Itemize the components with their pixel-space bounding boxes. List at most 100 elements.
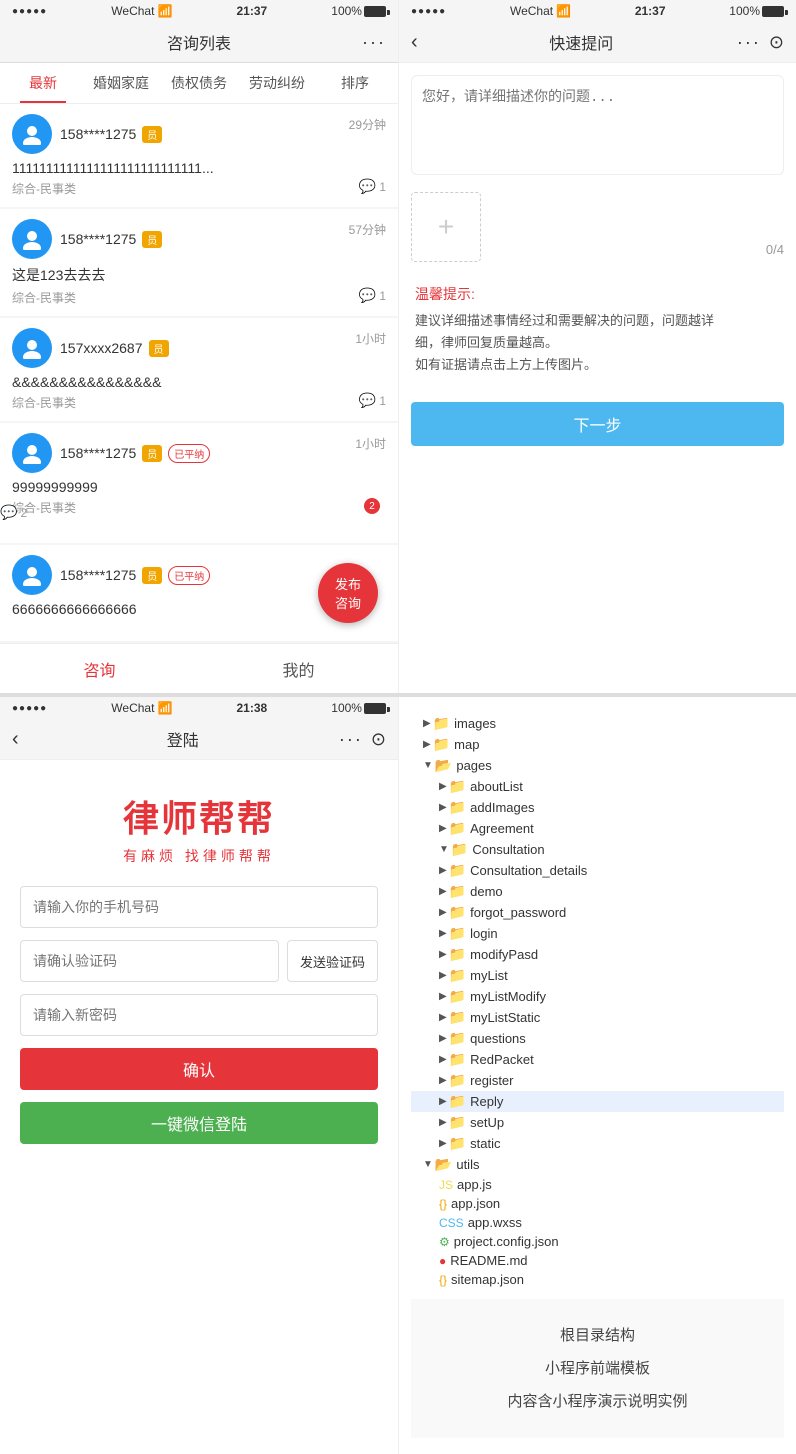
folder-arrow: ▶ — [439, 970, 447, 981]
fab-label-line1: 发布 — [335, 574, 361, 593]
list-item[interactable]: 158****1275 员 11111111111111111111111111… — [0, 104, 398, 207]
tree-item-appwxss[interactable]: CSS app.wxss — [411, 1213, 784, 1232]
avatar — [12, 328, 52, 368]
tree-item-register[interactable]: ▶ 📁 register — [411, 1070, 784, 1091]
folder-arrow: ▶ — [439, 928, 447, 939]
tip-title: 温馨提示: — [415, 284, 780, 304]
next-button[interactable]: 下一步 — [411, 402, 784, 446]
tab-mine[interactable]: 我的 — [199, 644, 398, 693]
tree-item-forgot-password[interactable]: ▶ 📁 forgot_password — [411, 902, 784, 923]
tree-item-demo[interactable]: ▶ 📁 demo — [411, 881, 784, 902]
wifi-icon: 📶 — [157, 701, 172, 715]
login-nav-dots[interactable]: ··· — [339, 729, 363, 750]
tree-item-questions[interactable]: ▶ 📁 questions — [411, 1028, 784, 1049]
send-code-button[interactable]: 发送验证码 — [287, 940, 378, 982]
question-textarea[interactable] — [411, 75, 784, 175]
tree-item-redpacket[interactable]: ▶ 📁 RedPacket — [411, 1049, 784, 1070]
logo-sub-text: 有麻烦 找律师帮帮 — [20, 846, 378, 866]
tree-item-name: RedPacket — [470, 1052, 534, 1067]
confirm-button[interactable]: 确认 — [20, 1048, 378, 1090]
logo-area: 律师帮帮 有麻烦 找律师帮帮 — [0, 760, 398, 886]
tree-item-name: app.js — [457, 1177, 492, 1192]
title-dots-menu[interactable]: ··· — [362, 32, 386, 53]
folder-icon: 📁 — [449, 862, 466, 879]
upload-button[interactable]: + — [411, 192, 481, 262]
tree-item-myliststatic[interactable]: ▶ 📁 myListStatic — [411, 1007, 784, 1028]
folder-icon: 📁 — [449, 1030, 466, 1047]
signal-dots: ●●●●● — [12, 703, 47, 714]
wechat-label: WeChat 📶 — [111, 701, 172, 715]
back-button[interactable]: ‹ — [411, 31, 418, 54]
list-item[interactable]: 158****1275 员 这是123去去去 综合-民事类 57分钟 💬 1 — [0, 209, 398, 316]
tree-item-reply[interactable]: ▶ 📁 Reply — [411, 1091, 784, 1112]
left-status-bar: ●●●●● WeChat 📶 21:37 100% — [0, 0, 398, 22]
tree-item-projectconfig[interactable]: ⚙ project.config.json — [411, 1232, 784, 1251]
tree-item-name: project.config.json — [454, 1234, 559, 1249]
camera-icon[interactable]: ⊙ — [769, 32, 784, 53]
tree-item-agreement[interactable]: ▶ 📁 Agreement — [411, 818, 784, 839]
folder-icon: 📁 — [449, 1135, 466, 1152]
desc-line-1: 根目录结构 — [421, 1319, 774, 1352]
avatar — [12, 555, 52, 595]
tree-item-appjs[interactable]: JS app.js — [411, 1175, 784, 1194]
tree-item-sitemap[interactable]: {} sitemap.json — [411, 1270, 784, 1289]
tab-bar: 最新 婚姻家庭 债权债务 劳动纠纷 排序 — [0, 63, 398, 104]
folder-icon: 📂 — [435, 1156, 452, 1173]
camera-icon[interactable]: ⊙ — [371, 729, 386, 750]
reply-count: 💬 1 — [359, 287, 386, 304]
tree-item-readme[interactable]: ● README.md — [411, 1251, 784, 1270]
folder-icon: 📁 — [449, 1114, 466, 1131]
panel-title: 咨询列表 — [167, 30, 231, 54]
tree-item-utils[interactable]: ▼ 📂 utils — [411, 1154, 784, 1175]
tree-item-mylistmodify[interactable]: ▶ 📁 myListModify — [411, 986, 784, 1007]
tree-item-static[interactable]: ▶ 📁 static — [411, 1133, 784, 1154]
folder-icon: 📁 — [433, 715, 450, 732]
tab-sort[interactable]: 排序 — [316, 63, 394, 103]
wechat-label: WeChat 📶 — [510, 4, 571, 18]
tree-item-name: login — [470, 926, 497, 941]
time-label: 29分钟 — [349, 116, 386, 133]
folder-icon: 📁 — [449, 988, 466, 1005]
tab-latest[interactable]: 最新 — [4, 63, 82, 103]
tree-item-appjson[interactable]: {} app.json — [411, 1194, 784, 1213]
back-button[interactable]: ‹ — [12, 728, 19, 751]
folder-icon: 📁 — [433, 736, 450, 753]
fab-button[interactable]: 发布 咨询 — [318, 563, 378, 623]
list-item[interactable]: 158****1275 员 已平纳 99999999999 综合-民事类 1小时… — [0, 423, 398, 543]
tree-item-name: images — [454, 716, 496, 731]
nav-dots-menu[interactable]: ··· — [737, 32, 761, 53]
tree-item-consultation[interactable]: ▼ 📁 Consultation — [411, 839, 784, 860]
file-icon-wxss: CSS — [439, 1216, 464, 1230]
upload-count: 0/4 — [766, 242, 784, 262]
tree-item-pages[interactable]: ▼ 📂 pages — [411, 755, 784, 776]
bubble-icon: 💬 — [359, 178, 376, 195]
tree-item-addimages[interactable]: ▶ 📁 addImages — [411, 797, 784, 818]
tree-item-consultation-details[interactable]: ▶ 📁 Consultation_details — [411, 860, 784, 881]
tab-labor[interactable]: 劳动纠纷 — [238, 63, 316, 103]
tree-item-mylist[interactable]: ▶ 📁 myList — [411, 965, 784, 986]
right-status-bar: ●●●●● WeChat 📶 21:37 100% — [399, 0, 796, 22]
tree-item-map[interactable]: ▶ 📁 map — [411, 734, 784, 755]
avatar — [12, 219, 52, 259]
tree-item-name: addImages — [470, 800, 534, 815]
wechat-login-button[interactable]: 一键微信登陆 — [20, 1102, 378, 1144]
tab-marriage[interactable]: 婚姻家庭 — [82, 63, 160, 103]
avatar — [12, 433, 52, 473]
tab-debt[interactable]: 债权债务 — [160, 63, 238, 103]
tab-consult[interactable]: 咨询 — [0, 644, 199, 693]
tree-item-login[interactable]: ▶ 📁 login — [411, 923, 784, 944]
logo-main-text: 律师帮帮 — [20, 790, 378, 842]
consultation-list-panel: ●●●●● WeChat 📶 21:37 100% 咨询列表 ··· 最新 婚姻… — [0, 0, 398, 693]
folder-arrow: ▶ — [439, 991, 447, 1002]
password-input[interactable] — [20, 994, 378, 1036]
phone-input[interactable] — [20, 886, 378, 928]
tree-item-images[interactable]: ▶ 📁 images — [411, 713, 784, 734]
tree-item-setup[interactable]: ▶ 📁 setUp — [411, 1112, 784, 1133]
list-item[interactable]: 157xxxx2687 员 &&&&&&&&&&&&&&&& 综合-民事类 1小… — [0, 318, 398, 421]
folder-icon: 📁 — [449, 1072, 466, 1089]
tree-item-aboutlist[interactable]: ▶ 📁 aboutList — [411, 776, 784, 797]
code-input[interactable] — [20, 940, 279, 982]
tree-item-modifypasd[interactable]: ▶ 📁 modifyPasd — [411, 944, 784, 965]
folder-icon: 📁 — [449, 799, 466, 816]
folder-icon: 📁 — [449, 820, 466, 837]
